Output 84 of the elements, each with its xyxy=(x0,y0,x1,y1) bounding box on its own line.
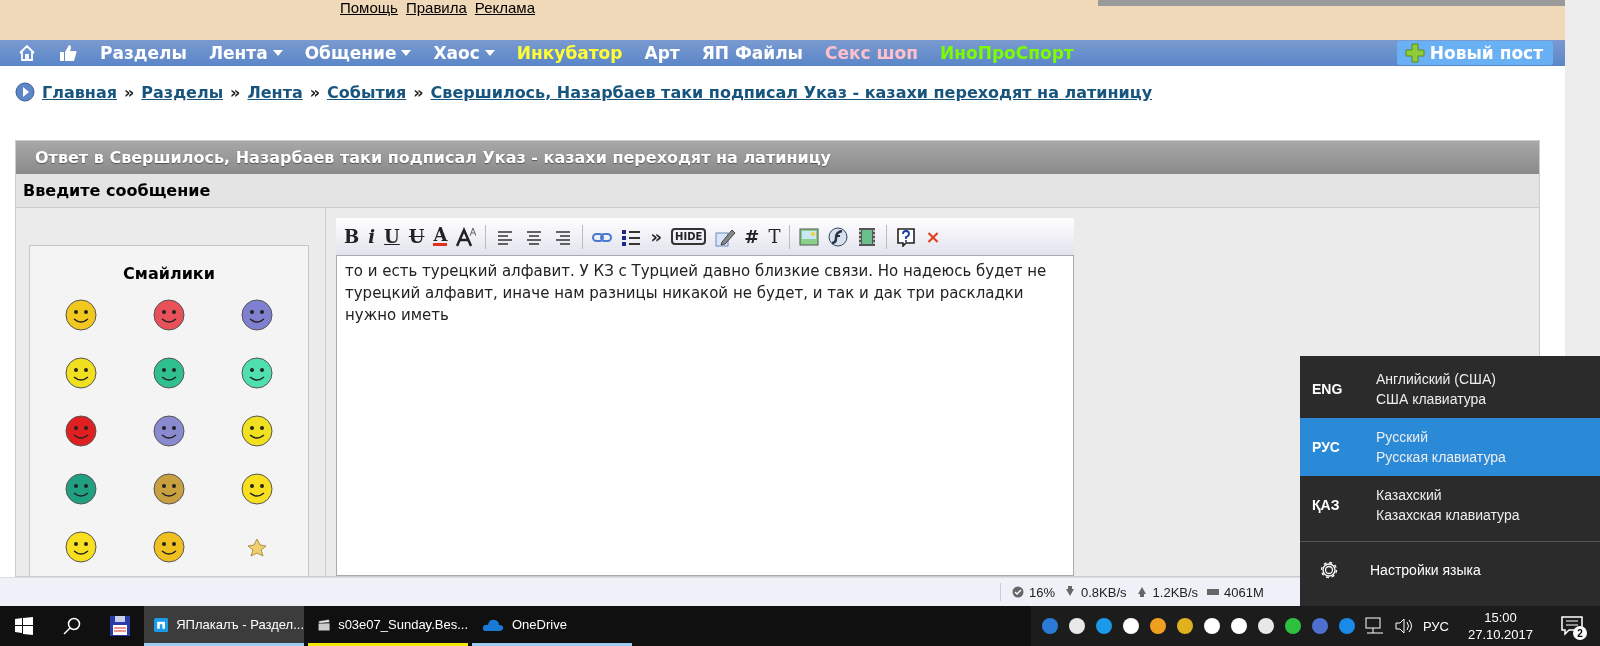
status-text: 4061M xyxy=(1224,584,1264,600)
film-strip-icon[interactable] xyxy=(857,226,878,247)
taskbar-app-label: OneDrive xyxy=(512,617,567,632)
smiley-icon[interactable] xyxy=(239,471,275,507)
breadcrumb-separator: » xyxy=(309,82,321,102)
language-option[interactable]: ҚАЗ Казахский Казахская клавиатура xyxy=(1300,476,1600,534)
thumbs-up-icon[interactable] xyxy=(58,43,78,63)
hide-button[interactable]: HIDE xyxy=(671,228,707,245)
breadcrumb-separator: » xyxy=(230,82,241,102)
keyboard-layout-name: Русская клавиатура xyxy=(1376,448,1506,467)
picture-icon[interactable] xyxy=(799,226,820,247)
memory-icon xyxy=(1207,586,1220,598)
smiley-icon[interactable] xyxy=(239,297,275,333)
breadcrumb-link[interactable]: События xyxy=(327,82,407,102)
panel-subheader: Введите сообщение xyxy=(16,174,1539,208)
home-icon[interactable] xyxy=(18,44,36,62)
language-code: ENG xyxy=(1312,381,1344,397)
header-link[interactable]: Правила xyxy=(405,0,467,16)
breadcrumb-separator: » xyxy=(413,82,424,102)
taskbar-app-label: s03e07_Sunday.Bes... xyxy=(338,617,468,632)
smiley-icon[interactable] xyxy=(239,355,275,391)
text-color-button[interactable]: A xyxy=(433,227,448,246)
strikethrough-button[interactable]: U xyxy=(408,226,425,247)
plus-icon xyxy=(1404,43,1425,63)
message-textarea[interactable]: то и есть турецкий алфавит. У КЗ с Турцией давно близкие связи. Но надеюсь будет не турецкий алфавит, иначе нам разницы никакой не будет, и так и дак три раскладки нужно иметь xyxy=(336,255,1074,576)
keyboard-layout-name: США клавиатура xyxy=(1376,390,1488,409)
clock-time: 15:00 xyxy=(1484,609,1517,626)
notification-count: 2 xyxy=(1573,626,1587,640)
header-link[interactable]: Реклама xyxy=(474,0,536,16)
speaker-icon[interactable] xyxy=(1393,617,1414,635)
language-code: ҚАЗ xyxy=(1312,497,1341,513)
language-option[interactable]: ENG Английский (США) США клавиатура xyxy=(1300,360,1600,418)
notifications-icon[interactable] xyxy=(1561,616,1583,636)
taskbar-app-label: ЯПлакалъ - Раздел... xyxy=(176,617,304,632)
header-link[interactable]: Помощь xyxy=(340,0,398,16)
keyboard-layout-name: Казахская клавиатура xyxy=(1376,506,1520,525)
status-text: 1.2KB/s xyxy=(1152,584,1199,600)
language-name: Русский xyxy=(1376,428,1429,447)
close-button[interactable]: × xyxy=(925,226,941,247)
check-circle-icon xyxy=(1012,586,1024,598)
underline-button[interactable]: U xyxy=(384,226,400,247)
text-style-button[interactable]: T xyxy=(768,226,781,247)
language-settings-item[interactable]: Настройки языка xyxy=(1300,541,1600,598)
smiley-icon[interactable] xyxy=(63,355,99,391)
breadcrumb-link[interactable]: Разделы xyxy=(141,82,224,102)
panel-header: Ответ в Свершилось, Назарбаев таки подписал Указ - казахи переходят на латиницу xyxy=(16,141,1539,174)
up-arrow-icon xyxy=(1135,586,1148,598)
code-button[interactable]: # xyxy=(744,226,760,247)
taskbar-app[interactable]: ЯПлакалъ - Раздел... xyxy=(144,606,304,646)
smiley-icon[interactable] xyxy=(63,471,99,507)
language-name: Английский (США) xyxy=(1376,370,1496,389)
status-text: 16% xyxy=(1029,584,1056,600)
language-indicator[interactable]: РУС xyxy=(1422,618,1449,634)
language-option[interactable]: РУС Русский Русская клавиатура xyxy=(1300,418,1600,476)
down-arrow-icon xyxy=(1064,586,1077,598)
smiley-icon[interactable] xyxy=(151,529,187,565)
italic-button[interactable]: i xyxy=(368,226,376,247)
network-icon[interactable] xyxy=(1364,617,1385,635)
language-code: РУС xyxy=(1312,439,1341,455)
breadcrumb-link[interactable]: Лента xyxy=(247,82,303,102)
smiley-icon[interactable] xyxy=(151,413,187,449)
flash-player-icon[interactable] xyxy=(828,226,849,247)
font-size-icon[interactable] xyxy=(456,226,477,247)
quote-button[interactable]: » xyxy=(650,226,663,247)
smiley-icon[interactable] xyxy=(151,471,187,507)
smiley-icon[interactable] xyxy=(63,529,99,565)
smiley-icon[interactable] xyxy=(151,297,187,333)
smiley-icon[interactable] xyxy=(63,297,99,333)
search-icon[interactable] xyxy=(63,617,81,635)
language-name: Казахский xyxy=(1376,486,1443,505)
windows-logo-icon[interactable] xyxy=(15,617,33,635)
smiley-icon[interactable] xyxy=(239,413,275,449)
smilies-title: Смайлики xyxy=(123,264,215,283)
settings-icon xyxy=(1318,559,1340,581)
status-text: 0.8KB/s xyxy=(1081,584,1127,600)
help-icon[interactable] xyxy=(896,226,917,247)
play-circle-icon xyxy=(15,82,35,102)
breadcrumb-separator: » xyxy=(123,82,135,102)
breadcrumb-link[interactable]: Главная xyxy=(42,82,117,102)
smiley-icon[interactable] xyxy=(151,355,187,391)
smiley-icon[interactable] xyxy=(63,413,99,449)
bold-button[interactable]: B xyxy=(344,226,360,247)
breadcrumb-link[interactable]: Свершилось, Назарбаев таки подписал Указ - казахи переходят на латиницу xyxy=(430,82,1153,102)
clock-date: 27.10.2017 xyxy=(1467,626,1533,643)
